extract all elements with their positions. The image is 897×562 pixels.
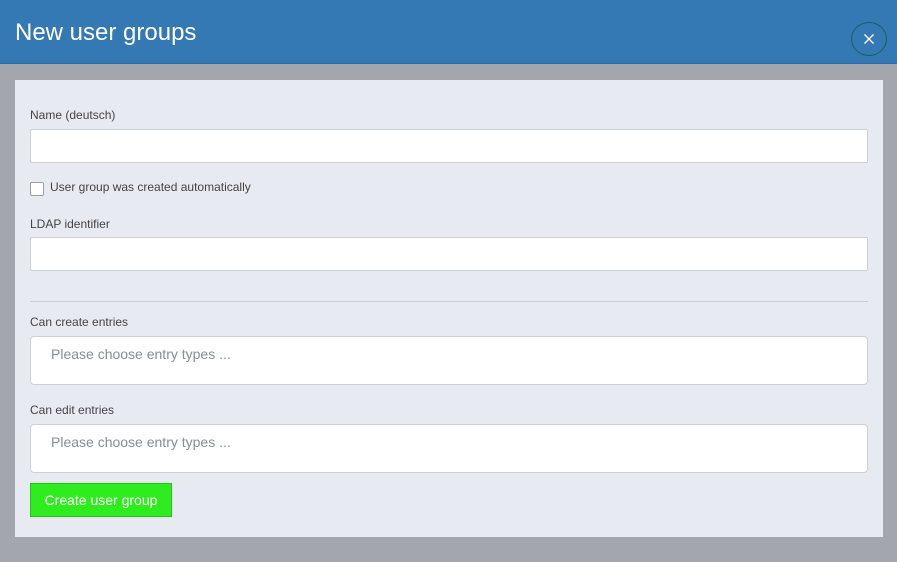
dialog-header: New user groups (0, 0, 897, 64)
can-create-placeholder: Please choose entry types ... (51, 346, 231, 362)
can-create-label: Can create entries (30, 315, 129, 329)
auto-created-label: User group was created automatically (50, 180, 251, 194)
dialog-title: New user groups (15, 19, 197, 46)
close-icon (864, 34, 874, 44)
name-label: Name (deutsch) (30, 108, 116, 122)
auto-created-checkbox[interactable] (30, 182, 44, 196)
ldap-input[interactable] (30, 237, 868, 271)
new-user-group-dialog: New user groups Name (deutsch) User grou… (0, 0, 897, 562)
can-edit-placeholder: Please choose entry types ... (51, 434, 231, 450)
ldap-label: LDAP identifier (30, 217, 110, 231)
close-button[interactable] (851, 22, 887, 56)
auto-created-row: User group was created automatically (30, 180, 251, 197)
can-edit-label: Can edit entries (30, 403, 115, 417)
name-input[interactable] (30, 129, 868, 163)
can-edit-select[interactable]: Please choose entry types ... (30, 424, 868, 473)
dialog-body: Name (deutsch) User group was created au… (15, 80, 883, 537)
section-divider (30, 301, 868, 302)
can-create-select[interactable]: Please choose entry types ... (30, 336, 868, 385)
create-user-group-button[interactable]: Create user group (30, 483, 172, 517)
